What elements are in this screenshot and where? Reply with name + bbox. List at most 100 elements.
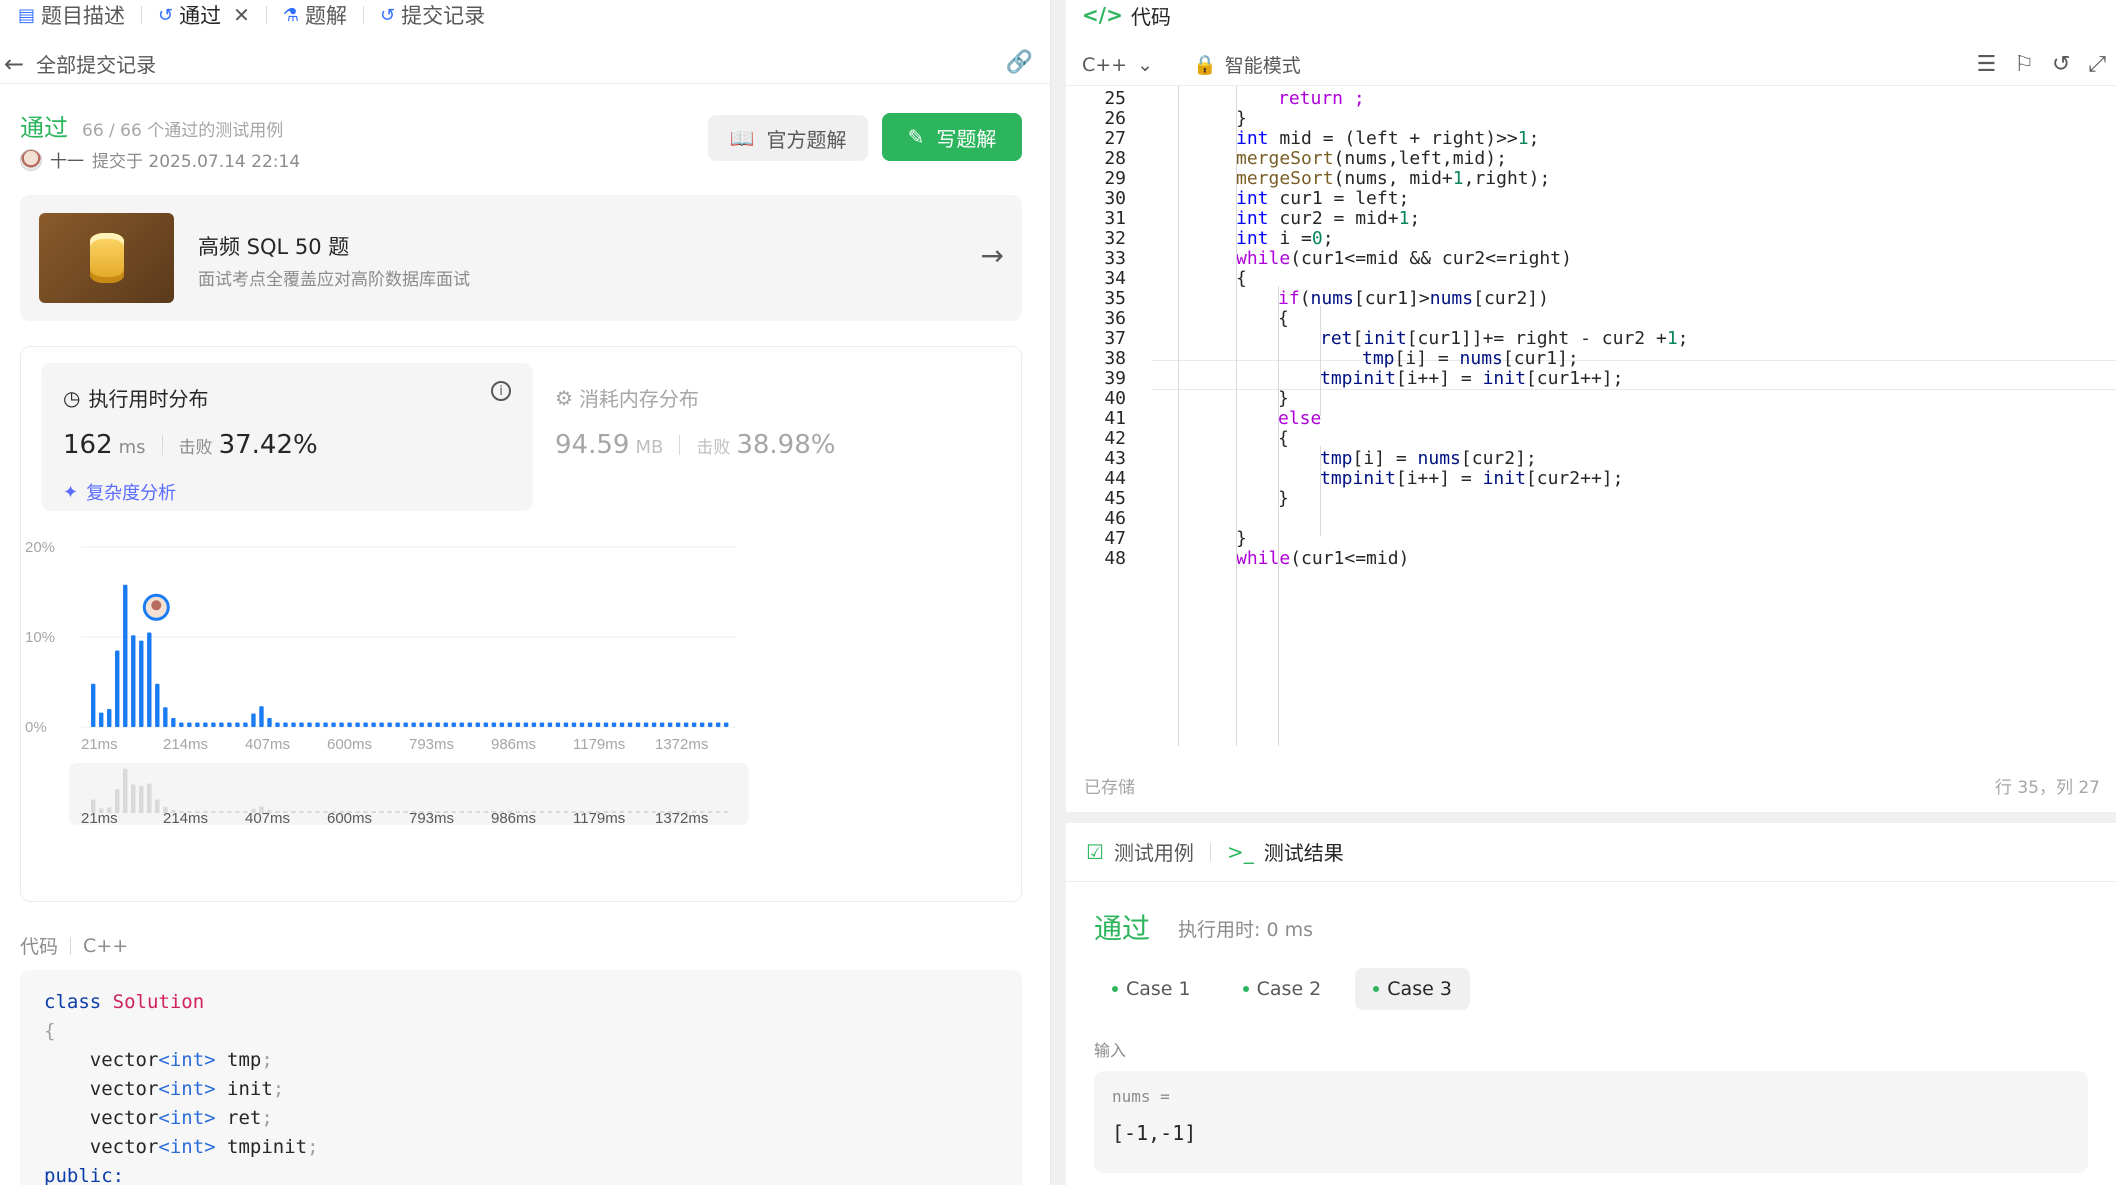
result-runtime: 执行用时: 0 ms xyxy=(1178,919,1313,941)
code-line: int cur1 = left; xyxy=(1236,188,1409,209)
code-token: 1 xyxy=(1666,328,1678,349)
x-tick-label: 214ms xyxy=(163,736,208,753)
bar xyxy=(171,718,176,727)
mini-bar xyxy=(139,786,144,813)
tab-testcase[interactable]: 测试用例 xyxy=(1114,837,1194,866)
code-line: vector<int> init; xyxy=(44,1075,998,1104)
x-tick-label: 407ms xyxy=(245,736,290,753)
back-arrow-icon[interactable]: ← xyxy=(4,50,24,78)
language-select[interactable]: C++ ⌄ xyxy=(1082,54,1153,76)
bar xyxy=(579,722,585,727)
code-token: vector xyxy=(44,1078,159,1100)
code-token: (cur1<=mid && cur2<=right) xyxy=(1290,248,1572,269)
memory-value: 94.59 xyxy=(555,430,630,460)
bar xyxy=(227,722,232,727)
bar xyxy=(139,640,144,727)
case-tab[interactable]: Case 2 xyxy=(1225,968,1340,1010)
tab-description[interactable]: ▤ 题目描述 xyxy=(8,0,135,30)
divider xyxy=(1209,842,1211,861)
test-result-panel: ☑ 测试用例 >_ 测试结果 通过 执行用时: 0 ms Case 1 Case… xyxy=(1066,823,2116,1185)
bar xyxy=(211,722,216,727)
pass-dot xyxy=(1373,986,1380,992)
x-tick-label: 986ms xyxy=(491,736,536,753)
promo-card[interactable]: 高频 SQL 50 题 面试考点全覆盖应对高阶数据库面试 → xyxy=(20,195,1022,321)
bar xyxy=(387,722,392,727)
tab-submissions[interactable]: ↺ 提交记录 xyxy=(370,0,495,30)
code-token: { xyxy=(1278,308,1289,329)
terminal-icon: >_ xyxy=(1226,839,1254,864)
code-token: if xyxy=(1278,288,1300,309)
line-number: 33 xyxy=(1104,248,1126,269)
line-number: 43 xyxy=(1104,448,1126,469)
code-line: { xyxy=(44,1017,998,1046)
smart-mode-toggle[interactable]: 🔒 智能模式 xyxy=(1193,51,1301,78)
code-line: ret[init[cur1]]+= right - cur2 +1; xyxy=(1320,328,1689,349)
bar xyxy=(563,722,569,727)
code-token: [cur1++]; xyxy=(1525,368,1624,389)
bar xyxy=(723,722,729,727)
x-tick-label: 1372ms xyxy=(655,736,708,753)
case-tab[interactable]: Case 1 xyxy=(1094,968,1209,1010)
code-token: tmpinit xyxy=(1320,468,1396,489)
runtime-stat-box[interactable]: ◷ 执行用时分布 i 162 ms 击败 37.42% ✦ 复杂度分析 xyxy=(41,363,533,511)
code-token: mid = (left + right)>> xyxy=(1268,128,1518,149)
code-token: [cur2++]; xyxy=(1525,468,1624,489)
all-submissions-link[interactable]: 全部提交记录 xyxy=(36,49,156,78)
link-icon[interactable]: 🔗 xyxy=(1006,50,1033,75)
indent-guide xyxy=(1320,306,1321,416)
submitted-code[interactable]: class Solution{ vector<int> tmp; vector<… xyxy=(20,970,1022,1185)
code-line: tmpinit[i++] = init[cur2++]; xyxy=(1320,468,1623,489)
submission-status: 通过 66 / 66 个通过的测试用例 xyxy=(20,108,283,143)
complexity-label: 复杂度分析 xyxy=(86,483,177,504)
code-token: (nums, mid+ xyxy=(1333,168,1453,189)
mini-bar xyxy=(715,811,721,813)
bar xyxy=(115,650,120,727)
case-tabs: Case 1 Case 2 Case 3 xyxy=(1094,968,1470,1010)
avatar[interactable] xyxy=(20,148,42,171)
code-token: ,right); xyxy=(1463,168,1551,189)
close-icon[interactable]: ✕ xyxy=(233,3,250,27)
tab-result[interactable]: 测试结果 xyxy=(1264,837,1344,866)
reset-icon[interactable]: ↺ xyxy=(2052,52,2070,77)
bar xyxy=(683,722,689,727)
mini-bar xyxy=(291,811,296,813)
code-label: 代码 xyxy=(20,936,59,958)
bookmark-icon[interactable]: ⚐ xyxy=(2014,52,2034,77)
tab-solutions[interactable]: ⚗ 题解 xyxy=(273,0,357,30)
testcase-count: 66 / 66 个通过的测试用例 xyxy=(82,121,284,141)
mini-bar xyxy=(563,811,569,813)
write-solution-button[interactable]: ✎ 写题解 xyxy=(882,113,1022,161)
runtime-distribution-chart[interactable]: 20% 10% 0% 21ms 214ms 407ms 600ms 793ms 986ms 117… xyxy=(21,527,1021,901)
format-icon[interactable]: ☰ xyxy=(1976,52,1996,77)
bar xyxy=(259,706,264,727)
mini-bar xyxy=(387,811,392,813)
pass-dot xyxy=(1112,986,1118,992)
code-token: 1 xyxy=(1517,128,1529,149)
complexity-analysis-link[interactable]: ✦ 复杂度分析 xyxy=(63,479,176,505)
mini-bar xyxy=(707,811,713,813)
bar xyxy=(435,722,440,727)
case-tab-selected[interactable]: Case 3 xyxy=(1355,968,1470,1010)
bar xyxy=(515,722,521,727)
tab-accepted[interactable]: ↺ 通过 ✕ xyxy=(148,0,260,30)
memory-label-row[interactable]: ⚙ 消耗内存分布 xyxy=(555,383,699,412)
code-editor[interactable]: 25 return ; 26} 27 int mid = (left + right)>… xyxy=(1066,86,2116,746)
code-token: while xyxy=(1236,248,1291,269)
official-solution-button[interactable]: 📖 官方题解 xyxy=(708,115,868,161)
code-token: [ xyxy=(1352,328,1364,349)
line-number: 25 xyxy=(1104,88,1126,109)
fullscreen-icon[interactable]: ⤢ xyxy=(2088,52,2106,77)
bar xyxy=(507,722,513,727)
navigator-tick-label: 21ms xyxy=(81,810,118,827)
info-icon[interactable]: i xyxy=(491,381,511,401)
bar xyxy=(203,722,208,727)
bar xyxy=(531,722,537,727)
navigator-tick-label: 793ms xyxy=(409,810,454,827)
mini-bar xyxy=(723,811,729,813)
x-tick-label: 600ms xyxy=(327,736,372,753)
code-token: [cur1]]+= right - cur2 + xyxy=(1406,328,1667,349)
editor-tab[interactable]: </> 代码 xyxy=(1082,0,1171,30)
submitter-name[interactable]: 十一 xyxy=(50,147,84,172)
bar xyxy=(603,722,609,727)
line-number: 47 xyxy=(1104,528,1126,549)
